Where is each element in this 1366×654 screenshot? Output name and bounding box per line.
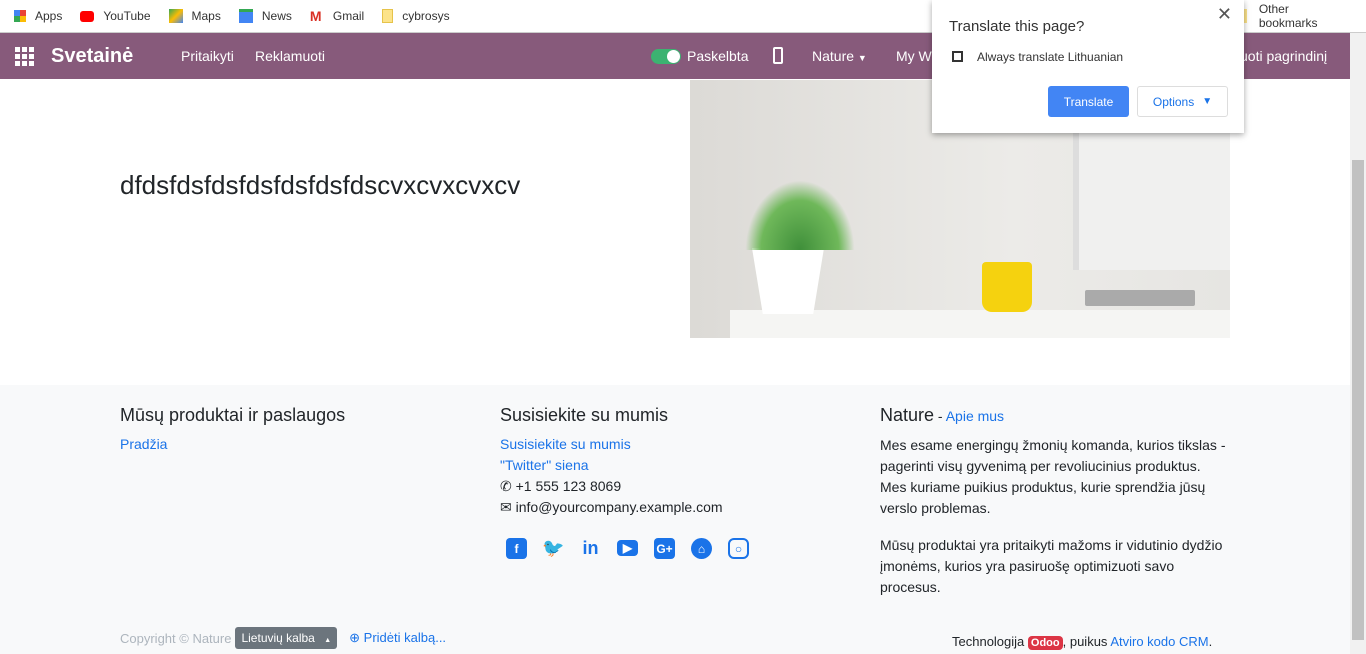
- plus-circle-icon: ⊕: [349, 630, 361, 645]
- caret-down-icon: ▼: [857, 53, 867, 63]
- youtube-icon[interactable]: ▶: [617, 540, 638, 556]
- app-title: Svetainė: [51, 44, 134, 67]
- scrollbar-thumb[interactable]: [1352, 160, 1364, 640]
- about-us-link[interactable]: Apie mus: [946, 408, 1004, 424]
- footer-link-contact[interactable]: Susisiekite su mumis: [500, 434, 749, 455]
- google-plus-icon[interactable]: G+: [654, 538, 675, 559]
- always-translate-checkbox[interactable]: [952, 51, 963, 62]
- caret-up-icon: ▲: [324, 637, 332, 644]
- footer-about: Nature - Apie mus Mes esame energingų žm…: [880, 405, 1226, 595]
- crm-link[interactable]: Atviro kodo CRM: [1110, 634, 1208, 649]
- footer-link-twitter-wall[interactable]: "Twitter" siena: [500, 455, 749, 476]
- github-icon[interactable]: ⌂: [691, 538, 712, 559]
- mobile-preview-icon[interactable]: [773, 47, 783, 64]
- page-heading: dfdsfdsfdsfdsfdsfdsfdscvxcvxcvxcv: [120, 170, 521, 200]
- gmail-icon: M: [309, 8, 322, 24]
- youtube-icon: [80, 10, 95, 22]
- news-icon: [238, 9, 253, 23]
- bookmark-maps[interactable]: Maps: [168, 9, 221, 23]
- nav-nature-dropdown[interactable]: Nature ▼: [812, 48, 867, 64]
- footer-products: Mūsų produktai ir paslaugos Pradžia: [120, 405, 345, 455]
- language-selector[interactable]: Lietuvių kalba ▲: [235, 627, 338, 649]
- folder-icon: [382, 9, 394, 23]
- twitter-icon[interactable]: 🐦: [542, 538, 564, 559]
- nav-customize[interactable]: Pritaikyti: [181, 48, 234, 64]
- close-icon[interactable]: ✕: [1217, 4, 1232, 25]
- bookmark-news[interactable]: News: [238, 9, 292, 23]
- caret-down-icon: ▼: [1202, 96, 1213, 107]
- envelope-icon: ✉: [500, 499, 512, 515]
- footer-contact: Susisiekite su mumis Susisiekite su mumi…: [500, 405, 749, 559]
- instagram-icon[interactable]: ○: [728, 538, 749, 559]
- translate-button[interactable]: Translate: [1048, 86, 1129, 117]
- apps-menu-icon[interactable]: [15, 47, 35, 66]
- linkedin-icon[interactable]: in: [580, 538, 601, 559]
- facebook-icon[interactable]: f: [506, 538, 527, 559]
- publish-toggle[interactable]: [651, 49, 681, 64]
- add-language-link[interactable]: ⊕ Pridėti kalbą...: [349, 630, 446, 646]
- scrollbar[interactable]: [1350, 33, 1366, 654]
- edit-main-button[interactable]: uoti pagrindinį: [1240, 48, 1327, 64]
- other-bookmarks[interactable]: Other bookmarks: [1242, 2, 1348, 30]
- footer: Mūsų produktai ir paslaugos Pradžia Susi…: [0, 385, 1350, 654]
- options-button[interactable]: Options ▼: [1137, 86, 1228, 117]
- phone-icon: ✆: [500, 478, 512, 494]
- footer-link-home[interactable]: Pradžia: [120, 434, 345, 455]
- bookmark-cybrosys[interactable]: cybrosys: [382, 9, 450, 23]
- odoo-badge[interactable]: Odoo: [1027, 636, 1063, 650]
- translate-popup: Translate this page? ✕ Always translate …: [932, 0, 1244, 133]
- apps-icon: [14, 10, 26, 22]
- maps-icon: [168, 9, 183, 23]
- bookmark-youtube[interactable]: YouTube: [80, 9, 151, 23]
- published-label: Paskelbta: [687, 48, 749, 64]
- bookmark-gmail[interactable]: M Gmail: [310, 9, 364, 23]
- bookmark-apps[interactable]: Apps: [14, 9, 62, 23]
- nav-promote[interactable]: Reklamuoti: [255, 48, 325, 64]
